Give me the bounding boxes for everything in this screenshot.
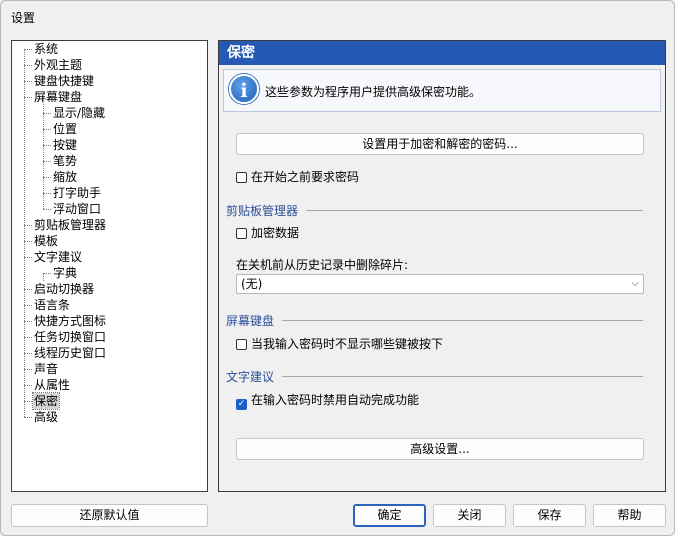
clipboard-section-title: 剪贴板管理器 — [226, 204, 299, 218]
tree-item-language-bar[interactable]: 语言条 — [33, 297, 71, 313]
restore-defaults-button[interactable]: 还原默认值 — [11, 504, 208, 527]
tree-item-typing-assistant[interactable]: 打字助手 — [52, 185, 102, 201]
tree-item-floating-window[interactable]: 浮动窗口 — [52, 201, 102, 217]
checkbox-box[interactable] — [236, 339, 247, 350]
section-divider — [282, 376, 643, 377]
tree-item-zoom[interactable]: 缩放 — [52, 169, 78, 185]
tree-item-shortcuts[interactable]: 键盘快捷键 — [33, 73, 95, 89]
info-text: 这些参数为程序用户提供高级保密功能。 — [265, 85, 482, 99]
checkbox-box[interactable] — [236, 172, 247, 183]
tree-item-launch-switcher[interactable]: 启动切换器 — [33, 281, 95, 297]
tree-item-sound[interactable]: 声音 — [33, 361, 59, 377]
info-icon: i — [229, 74, 259, 104]
delete-history-value: (无) — [241, 277, 263, 291]
tree-item-show-hide[interactable]: 显示/隐藏 — [52, 105, 106, 121]
tree-item-gestures[interactable]: 笔势 — [52, 153, 78, 169]
osk-section-title: 屏幕键盘 — [226, 314, 275, 328]
tree-item-keys[interactable]: 按键 — [52, 137, 78, 153]
tree-item-shortcut-icon[interactable]: 快捷方式图标 — [33, 313, 107, 329]
tree-item-security[interactable]: 保密 — [31, 392, 61, 410]
tree-item-text-suggestions[interactable]: 文字建议 — [33, 249, 83, 265]
section-divider — [282, 320, 643, 321]
tree-item-thread-history-window[interactable]: 线程历史窗口 — [33, 345, 107, 361]
tree-item-theme[interactable]: 外观主题 — [33, 57, 83, 73]
hide-keys-checkbox[interactable]: 当我输入密码时不显示哪些键被按下 — [236, 336, 443, 352]
suggest-section-title: 文字建议 — [226, 370, 275, 384]
disable-autocomplete-checkbox[interactable]: ✓ 在输入密码时禁用自动完成功能 — [236, 392, 420, 410]
tree-item-position[interactable]: 位置 — [52, 121, 78, 137]
info-box: i 这些参数为程序用户提供高级保密功能。 — [223, 69, 661, 112]
set-password-button[interactable]: 设置用于加密和解密的密码... — [236, 133, 644, 155]
section-divider — [306, 210, 643, 211]
tree-item-dictionary[interactable]: 字典 — [52, 265, 78, 281]
checkbox-checked-icon[interactable]: ✓ — [236, 399, 247, 410]
panel-title: 保密 — [219, 41, 665, 65]
security-panel: 保密 i 这些参数为程序用户提供高级保密功能。 设置用于加密和解密的密码... … — [218, 40, 666, 492]
checkbox-box[interactable] — [236, 228, 247, 239]
tree-item-system[interactable]: 系统 — [33, 41, 59, 57]
encrypt-data-checkbox[interactable]: 加密数据 — [236, 225, 299, 241]
require-password-label: 在开始之前要求密码 — [251, 170, 360, 184]
save-button[interactable]: 保存 — [513, 504, 586, 527]
close-button[interactable]: 关闭 — [433, 504, 506, 527]
settings-window: 设置 系统 外观主题 键盘快捷键 屏幕键盘 显示/隐藏 位置 按键 笔势 缩放 … — [0, 0, 675, 536]
settings-tree[interactable]: 系统 外观主题 键盘快捷键 屏幕键盘 显示/隐藏 位置 按键 笔势 缩放 打字助… — [11, 40, 208, 492]
require-password-checkbox[interactable]: 在开始之前要求密码 — [236, 169, 359, 185]
ok-button[interactable]: 确定 — [353, 504, 426, 527]
encrypt-data-label: 加密数据 — [251, 226, 300, 240]
tree-item-templates[interactable]: 模板 — [33, 233, 59, 249]
tree-item-clipboard-manager[interactable]: 剪贴板管理器 — [33, 217, 107, 233]
chevron-down-icon[interactable]: ⌵ — [631, 275, 639, 293]
tree-item-advanced[interactable]: 高级 — [33, 409, 59, 425]
window-title: 设置 — [11, 11, 36, 25]
tree-item-properties[interactable]: 从属性 — [33, 377, 71, 393]
hide-keys-label: 当我输入密码时不显示哪些键被按下 — [251, 337, 444, 351]
delete-history-label: 在关机前从历史记录中删除碎片: — [236, 258, 409, 272]
help-button[interactable]: 帮助 — [593, 504, 666, 527]
disable-autocomplete-label: 在输入密码时禁用自动完成功能 — [251, 393, 420, 407]
tree-item-onscreen-keyboard[interactable]: 屏幕键盘 — [33, 89, 83, 105]
tree-item-task-switch-window[interactable]: 任务切换窗口 — [33, 329, 107, 345]
advanced-settings-button[interactable]: 高级设置... — [236, 438, 644, 460]
delete-history-select[interactable]: (无) ⌵ — [236, 274, 644, 294]
